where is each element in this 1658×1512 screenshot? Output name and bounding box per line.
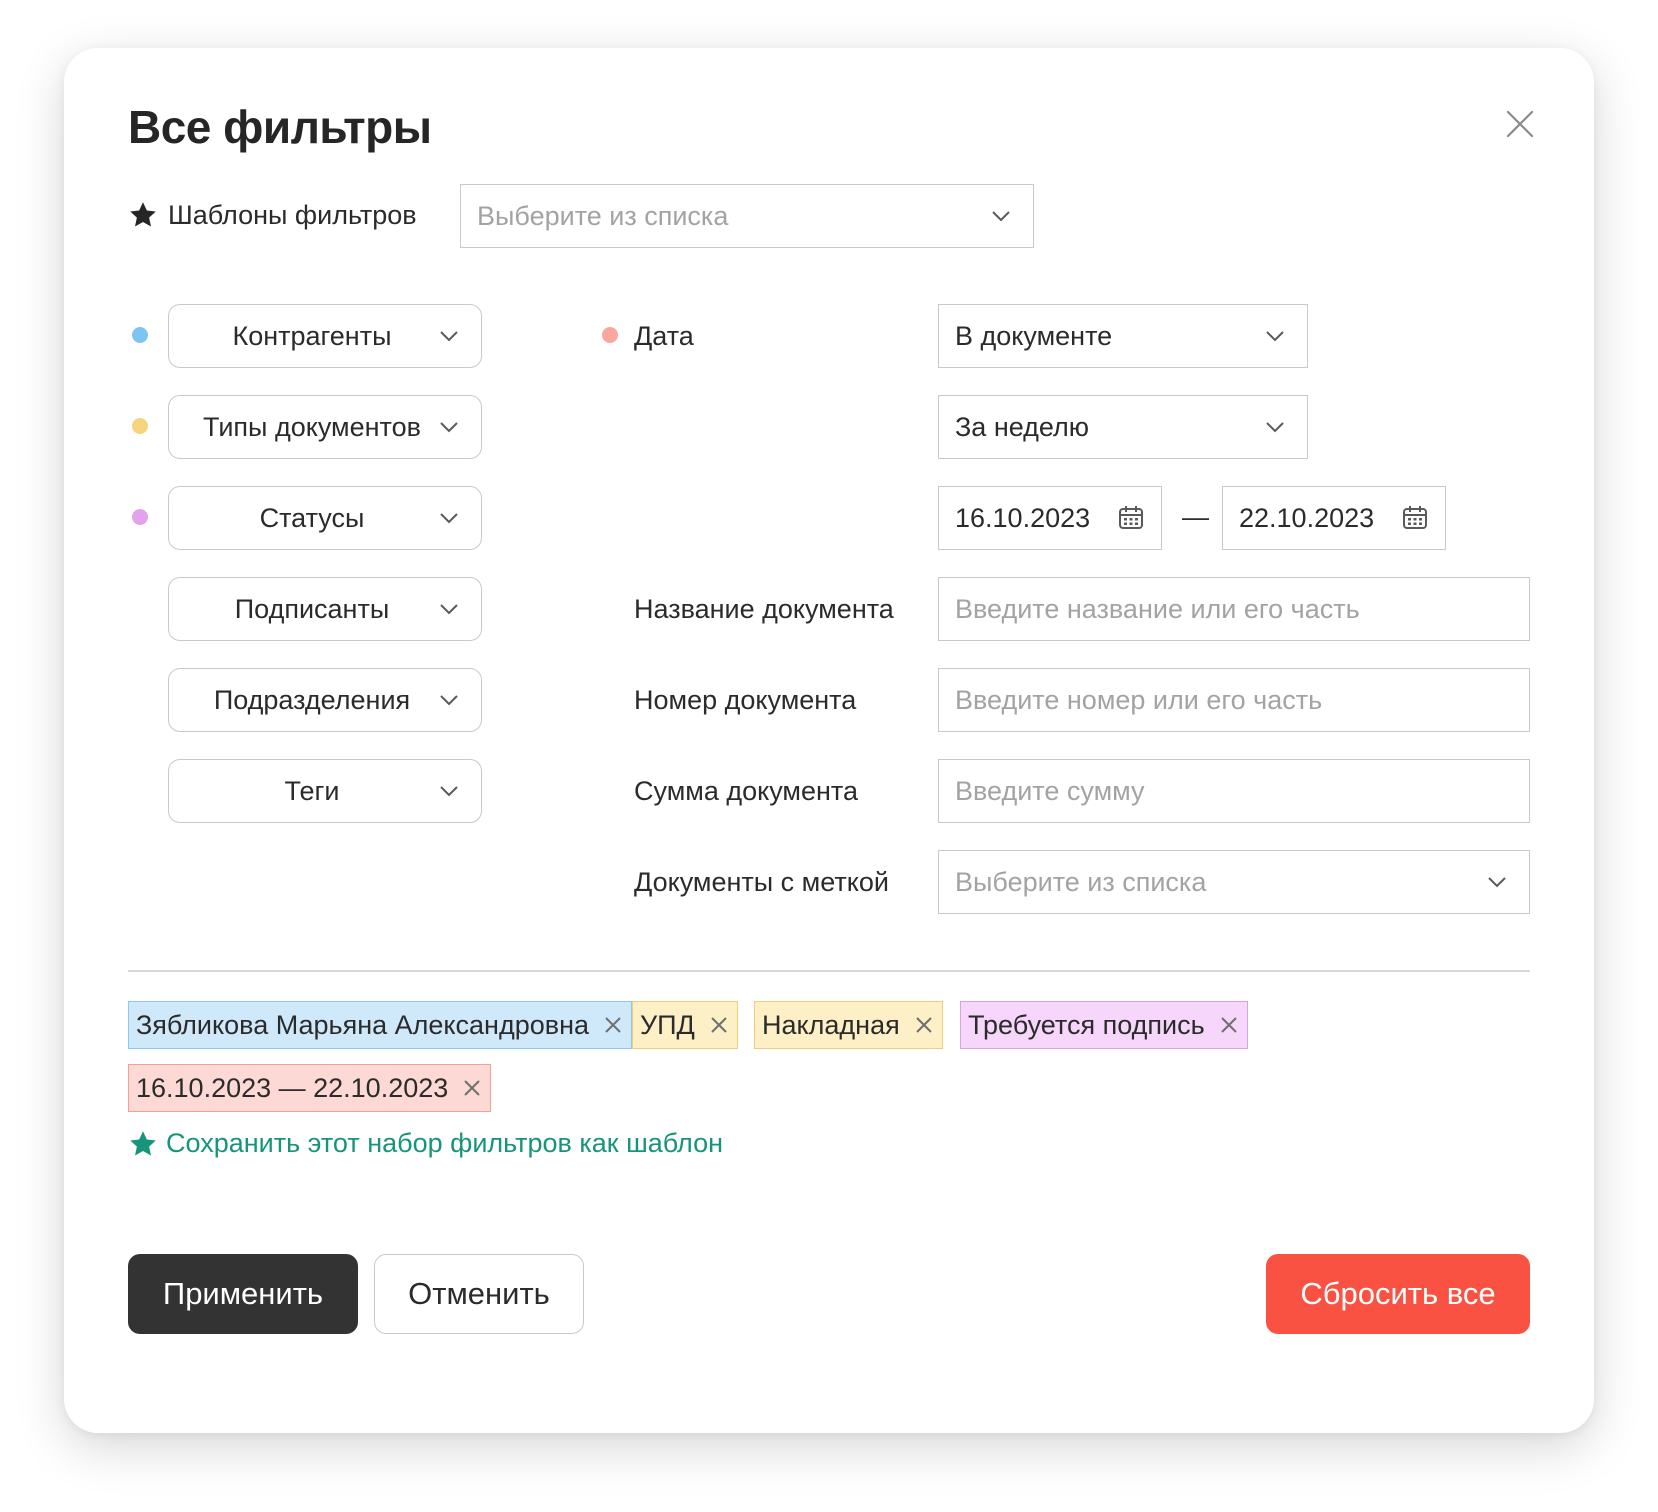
close-icon[interactable] xyxy=(1506,110,1534,138)
chevron-down-icon xyxy=(1488,877,1506,888)
divider xyxy=(128,970,1530,972)
remove-chip-icon[interactable] xyxy=(1219,1015,1239,1035)
filter-chip: Требуется подпись xyxy=(960,1001,1248,1049)
apply-button[interactable]: Применить xyxy=(128,1254,358,1334)
chip-label: 16.10.2023 — 22.10.2023 xyxy=(136,1072,449,1103)
doc-number-label: Номер документа xyxy=(634,685,857,715)
tags-filter-label: Теги xyxy=(284,775,340,806)
departments-filter-label: Подразделения xyxy=(213,684,411,715)
doc-mark-label: Документы с меткой xyxy=(634,867,889,897)
doc-name-placeholder: Введите название или его часть xyxy=(955,593,1360,624)
doc-sum-input[interactable]: Введите сумму xyxy=(938,759,1530,823)
calendar-icon[interactable] xyxy=(1117,504,1145,532)
remove-chip-icon[interactable] xyxy=(914,1015,934,1035)
templates-select-placeholder: Выберите из списка xyxy=(477,200,729,231)
date-period-select[interactable]: За неделю xyxy=(938,395,1308,459)
counterparties-filter-button[interactable]: Контрагенты xyxy=(168,304,482,368)
doc-number-placeholder: Введите номер или его часть xyxy=(955,684,1323,715)
date-to-input[interactable]: 22.10.2023 xyxy=(1222,486,1446,550)
date-type-select[interactable]: В документе xyxy=(938,304,1308,368)
signers-filter-button[interactable]: Подписанты xyxy=(168,577,482,641)
save-template-link[interactable]: Сохранить этот набор фильтров как шаблон xyxy=(128,1128,723,1159)
calendar-icon[interactable] xyxy=(1401,504,1429,532)
counterparties-dot xyxy=(132,327,148,343)
counterparties-filter-label: Контрагенты xyxy=(232,320,392,351)
all-filters-modal: Все фильтры Шаблоны фильтров Выберите из… xyxy=(64,48,1594,1433)
remove-chip-icon[interactable] xyxy=(603,1015,623,1035)
templates-label: Шаблоны фильтров xyxy=(168,199,417,230)
chevron-down-icon xyxy=(440,786,458,797)
reset-all-button[interactable]: Сбросить все xyxy=(1266,1254,1530,1334)
doc-types-filter-button[interactable]: Типы документов xyxy=(168,395,482,459)
doc-mark-placeholder: Выберите из списка xyxy=(955,866,1207,897)
date-period-value: За неделю xyxy=(955,411,1090,442)
chip-label: УПД xyxy=(640,1009,695,1040)
save-template-label: Сохранить этот набор фильтров как шаблон xyxy=(166,1128,724,1158)
tags-filter-button[interactable]: Теги xyxy=(168,759,482,823)
chevron-down-icon xyxy=(440,513,458,524)
departments-filter-button[interactable]: Подразделения xyxy=(168,668,482,732)
chevron-down-icon xyxy=(440,695,458,706)
cancel-button[interactable]: Отменить xyxy=(374,1254,584,1334)
doc-sum-placeholder: Введите сумму xyxy=(955,775,1145,806)
star-icon xyxy=(130,1130,156,1155)
statuses-filter-button[interactable]: Статусы xyxy=(168,486,482,550)
date-dot xyxy=(602,327,618,343)
remove-chip-icon[interactable] xyxy=(709,1015,729,1035)
signers-filter-label: Подписанты xyxy=(234,593,390,624)
filter-chip: Зябликова Марьяна Александровна xyxy=(128,1001,633,1049)
chevron-down-icon xyxy=(440,604,458,615)
doc-types-dot xyxy=(132,418,148,434)
modal-title: Все фильтры xyxy=(128,101,432,153)
doc-mark-select[interactable]: Выберите из списка xyxy=(938,850,1530,914)
templates-label-group: Шаблоны фильтров xyxy=(128,200,417,230)
date-range-separator: — xyxy=(1182,502,1209,532)
statuses-filter-label: Статусы xyxy=(259,502,365,533)
chip-label: Накладная xyxy=(762,1009,900,1040)
doc-name-label: Название документа xyxy=(634,594,894,624)
chip-label: Требуется подпись xyxy=(968,1009,1205,1040)
date-from-input[interactable]: 16.10.2023 xyxy=(938,486,1162,550)
chevron-down-icon xyxy=(440,422,458,433)
chevron-down-icon xyxy=(1266,331,1284,342)
statuses-dot xyxy=(132,509,148,525)
doc-types-filter-label: Типы документов xyxy=(203,411,421,442)
filter-chip: УПД xyxy=(632,1001,738,1049)
chevron-down-icon xyxy=(440,331,458,342)
chevron-down-icon xyxy=(992,211,1010,222)
doc-sum-label: Сумма документа xyxy=(634,776,858,806)
chip-label: Зябликова Марьяна Александровна xyxy=(136,1009,590,1040)
doc-number-input[interactable]: Введите номер или его часть xyxy=(938,668,1530,732)
date-to-value: 22.10.2023 xyxy=(1239,502,1375,533)
chevron-down-icon xyxy=(1266,422,1284,433)
templates-select[interactable]: Выберите из списка xyxy=(460,184,1034,248)
date-type-value: В документе xyxy=(955,320,1113,351)
date-from-value: 16.10.2023 xyxy=(955,502,1091,533)
filter-chip: Накладная xyxy=(754,1001,943,1049)
doc-name-input[interactable]: Введите название или его часть xyxy=(938,577,1530,641)
star-icon xyxy=(130,202,156,227)
remove-chip-icon[interactable] xyxy=(462,1078,482,1098)
filter-chip: 16.10.2023 — 22.10.2023 xyxy=(128,1064,492,1112)
date-label: Дата xyxy=(634,321,694,351)
